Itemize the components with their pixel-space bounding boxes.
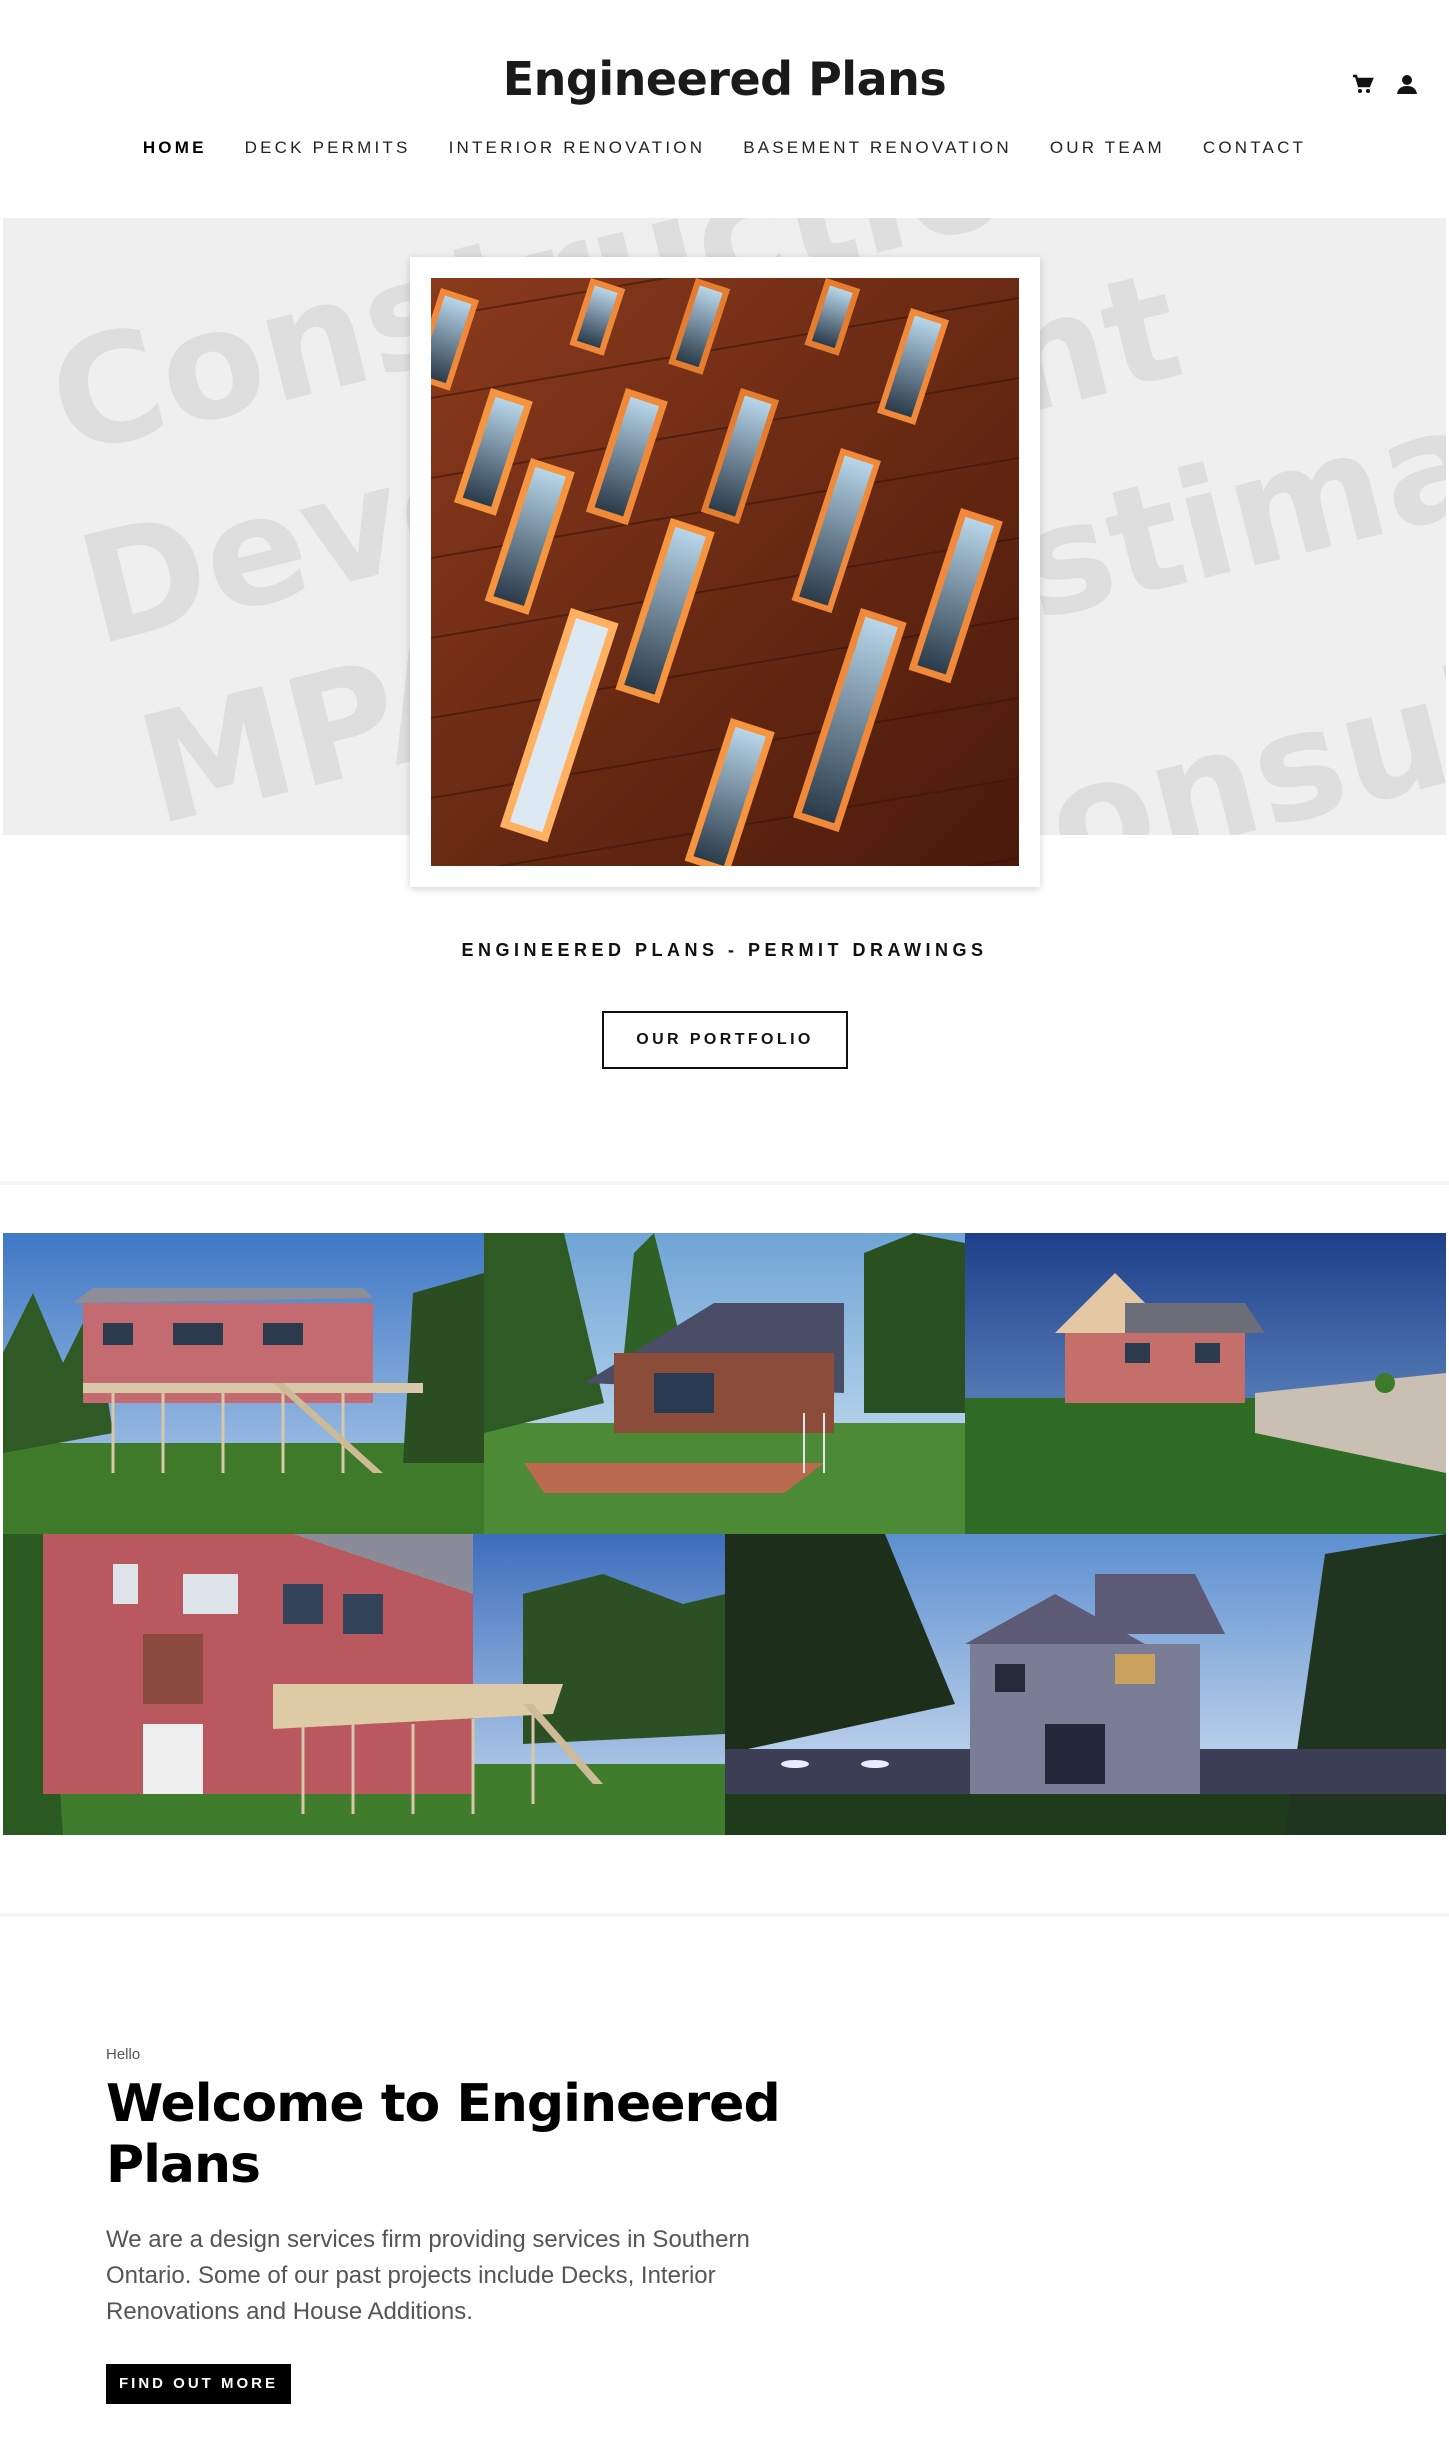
gallery-image-house-night-render[interactable]: [725, 1534, 1446, 1835]
gallery-image-bungalow-render[interactable]: [965, 1233, 1446, 1534]
welcome-text: We are a design services firm providing …: [106, 2226, 750, 2325]
welcome-title: Welcome to Engineered Plans: [106, 2074, 781, 2195]
nav-item-home[interactable]: HOME: [143, 138, 207, 158]
welcome-kicker: Hello: [106, 2046, 141, 2063]
nav-item-interior-renovation[interactable]: INTERIOR RENOVATION: [449, 138, 706, 158]
main-nav: HOME DECK PERMITS INTERIOR RENOVATION BA…: [0, 138, 1449, 158]
section-divider: [0, 1181, 1449, 1185]
our-portfolio-button[interactable]: OUR PORTFOLIO: [602, 1011, 848, 1069]
site-title[interactable]: Engineered Plans: [0, 52, 1449, 106]
hero-caption: ENGINEERED PLANS - PERMIT DRAWINGS: [461, 940, 988, 960]
cart-icon[interactable]: [1351, 72, 1375, 96]
nav-item-contact[interactable]: CONTACT: [1203, 138, 1306, 158]
gallery-image-cabin-render[interactable]: [484, 1233, 965, 1534]
project-gallery: [3, 1233, 1446, 1835]
account-icon[interactable]: [1395, 72, 1419, 96]
hero-image-frame: [410, 257, 1040, 887]
gallery-image-deck-render-1[interactable]: [3, 1233, 484, 1534]
nav-item-our-team[interactable]: OUR TEAM: [1050, 138, 1165, 158]
find-out-more-button[interactable]: FIND OUT MORE: [106, 2364, 291, 2404]
nav-item-deck-permits[interactable]: DECK PERMITS: [245, 138, 411, 158]
section-divider: [0, 1913, 1449, 1917]
header-icons: [1351, 72, 1419, 96]
hero-building-facade-image: [431, 278, 1019, 866]
site-header: Engineered Plans HOME DECK PERMITS INTER…: [0, 0, 1449, 218]
gallery-image-deck-render-2[interactable]: [3, 1534, 725, 1835]
nav-item-basement-renovation[interactable]: BASEMENT RENOVATION: [743, 138, 1012, 158]
